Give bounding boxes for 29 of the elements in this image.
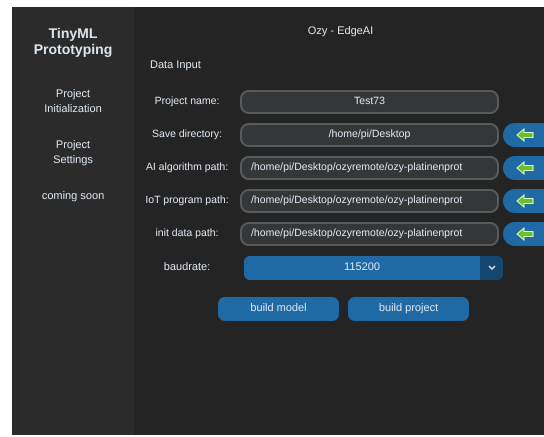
baudrate-dropdown[interactable]: 115200 — [244, 256, 503, 280]
field-label: AI algorithm path: — [146, 160, 228, 175]
arrow-left-icon — [516, 226, 534, 240]
arrow-left-icon — [516, 160, 534, 174]
input-field[interactable]: /home/pi/Desktop/ozyremote/ozy-platinenprot — [240, 156, 499, 180]
field-label: init data path: — [155, 226, 219, 241]
input-field[interactable]: /home/pi/Desktop — [240, 122, 499, 146]
sidebar-item[interactable]: coming soon — [35, 189, 111, 204]
input-field[interactable]: Test73 — [240, 90, 499, 114]
build-button[interactable]: build model — [218, 296, 339, 320]
sidebar-item[interactable]: Project Initialization — [35, 87, 111, 117]
app-title: TinyML Prototyping — [32, 25, 114, 57]
input-field[interactable]: /home/pi/Desktop/ozyremote/ozy-platinenprot — [240, 188, 499, 212]
section-title: Data Input — [150, 58, 201, 73]
arrow-left-icon — [516, 128, 534, 142]
arrow-left-icon — [516, 194, 534, 208]
build-button[interactable]: build project — [348, 296, 469, 320]
window-title: Ozy - EdgeAI — [306, 24, 374, 39]
field-label: Project name: — [154, 94, 220, 109]
field-label: IoT program path: — [145, 192, 229, 208]
chevron-down-icon — [488, 265, 496, 270]
browse-button[interactable] — [503, 188, 544, 212]
browse-button[interactable] — [503, 156, 544, 180]
input-field[interactable]: /home/pi/Desktop/ozyremote/ozy-platinenprot — [240, 222, 499, 246]
browse-button[interactable] — [503, 222, 544, 246]
browse-button[interactable] — [503, 122, 544, 146]
field-label: Save directory: — [152, 126, 222, 142]
sidebar-item[interactable]: Project Settings — [35, 138, 111, 168]
field-label: baudrate: — [164, 260, 210, 276]
